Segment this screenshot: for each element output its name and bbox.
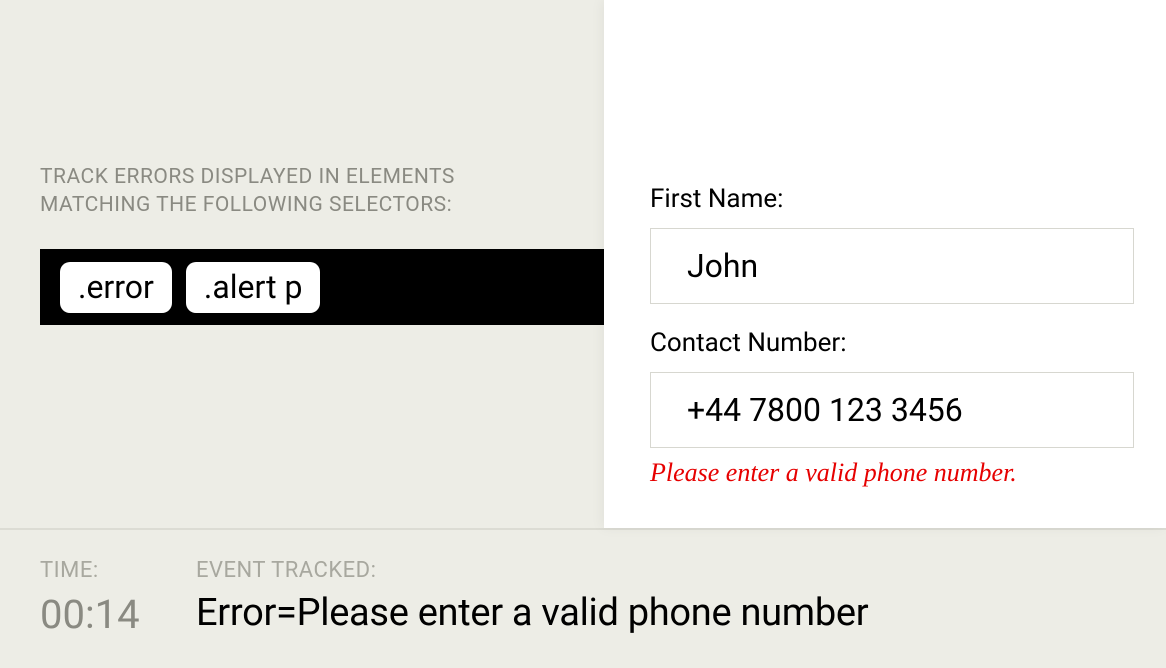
first-name-label: First Name: [650,184,1134,214]
top-section: TRACK ERRORS DISPLAYED IN ELEMENTS MATCH… [0,0,1166,528]
time-column: TIME: 00:14 [40,558,196,638]
event-column: EVENT TRACKED: Error=Please enter a vali… [196,558,1126,638]
time-label: TIME: [40,558,196,583]
tracked-event-row: TIME: 00:14 EVENT TRACKED: Error=Please … [40,558,1126,638]
form-panel: First Name: Contact Number: Please enter… [604,0,1166,528]
time-value: 00:14 [40,591,196,638]
first-name-input[interactable] [650,228,1134,304]
tracked-event-section: TIME: 00:14 EVENT TRACKED: Error=Please … [0,530,1166,668]
contact-number-group: Contact Number: Please enter a valid pho… [650,328,1134,488]
contact-number-input[interactable] [650,372,1134,448]
first-name-group: First Name: [650,184,1134,304]
selectors-panel: TRACK ERRORS DISPLAYED IN ELEMENTS MATCH… [0,0,604,528]
event-label: EVENT TRACKED: [196,558,1126,583]
event-value: Error=Please enter a valid phone number [196,591,1126,635]
selectors-label: TRACK ERRORS DISPLAYED IN ELEMENTS MATCH… [40,163,520,220]
selector-chip-error[interactable]: .error [60,262,172,312]
main-container: TRACK ERRORS DISPLAYED IN ELEMENTS MATCH… [0,0,1166,668]
contact-number-label: Contact Number: [650,328,1134,358]
selector-chip-alert-p[interactable]: .alert p [186,262,321,312]
selectors-bar: .error .alert p [40,249,604,325]
error-message: Please enter a valid phone number. [650,458,1134,488]
